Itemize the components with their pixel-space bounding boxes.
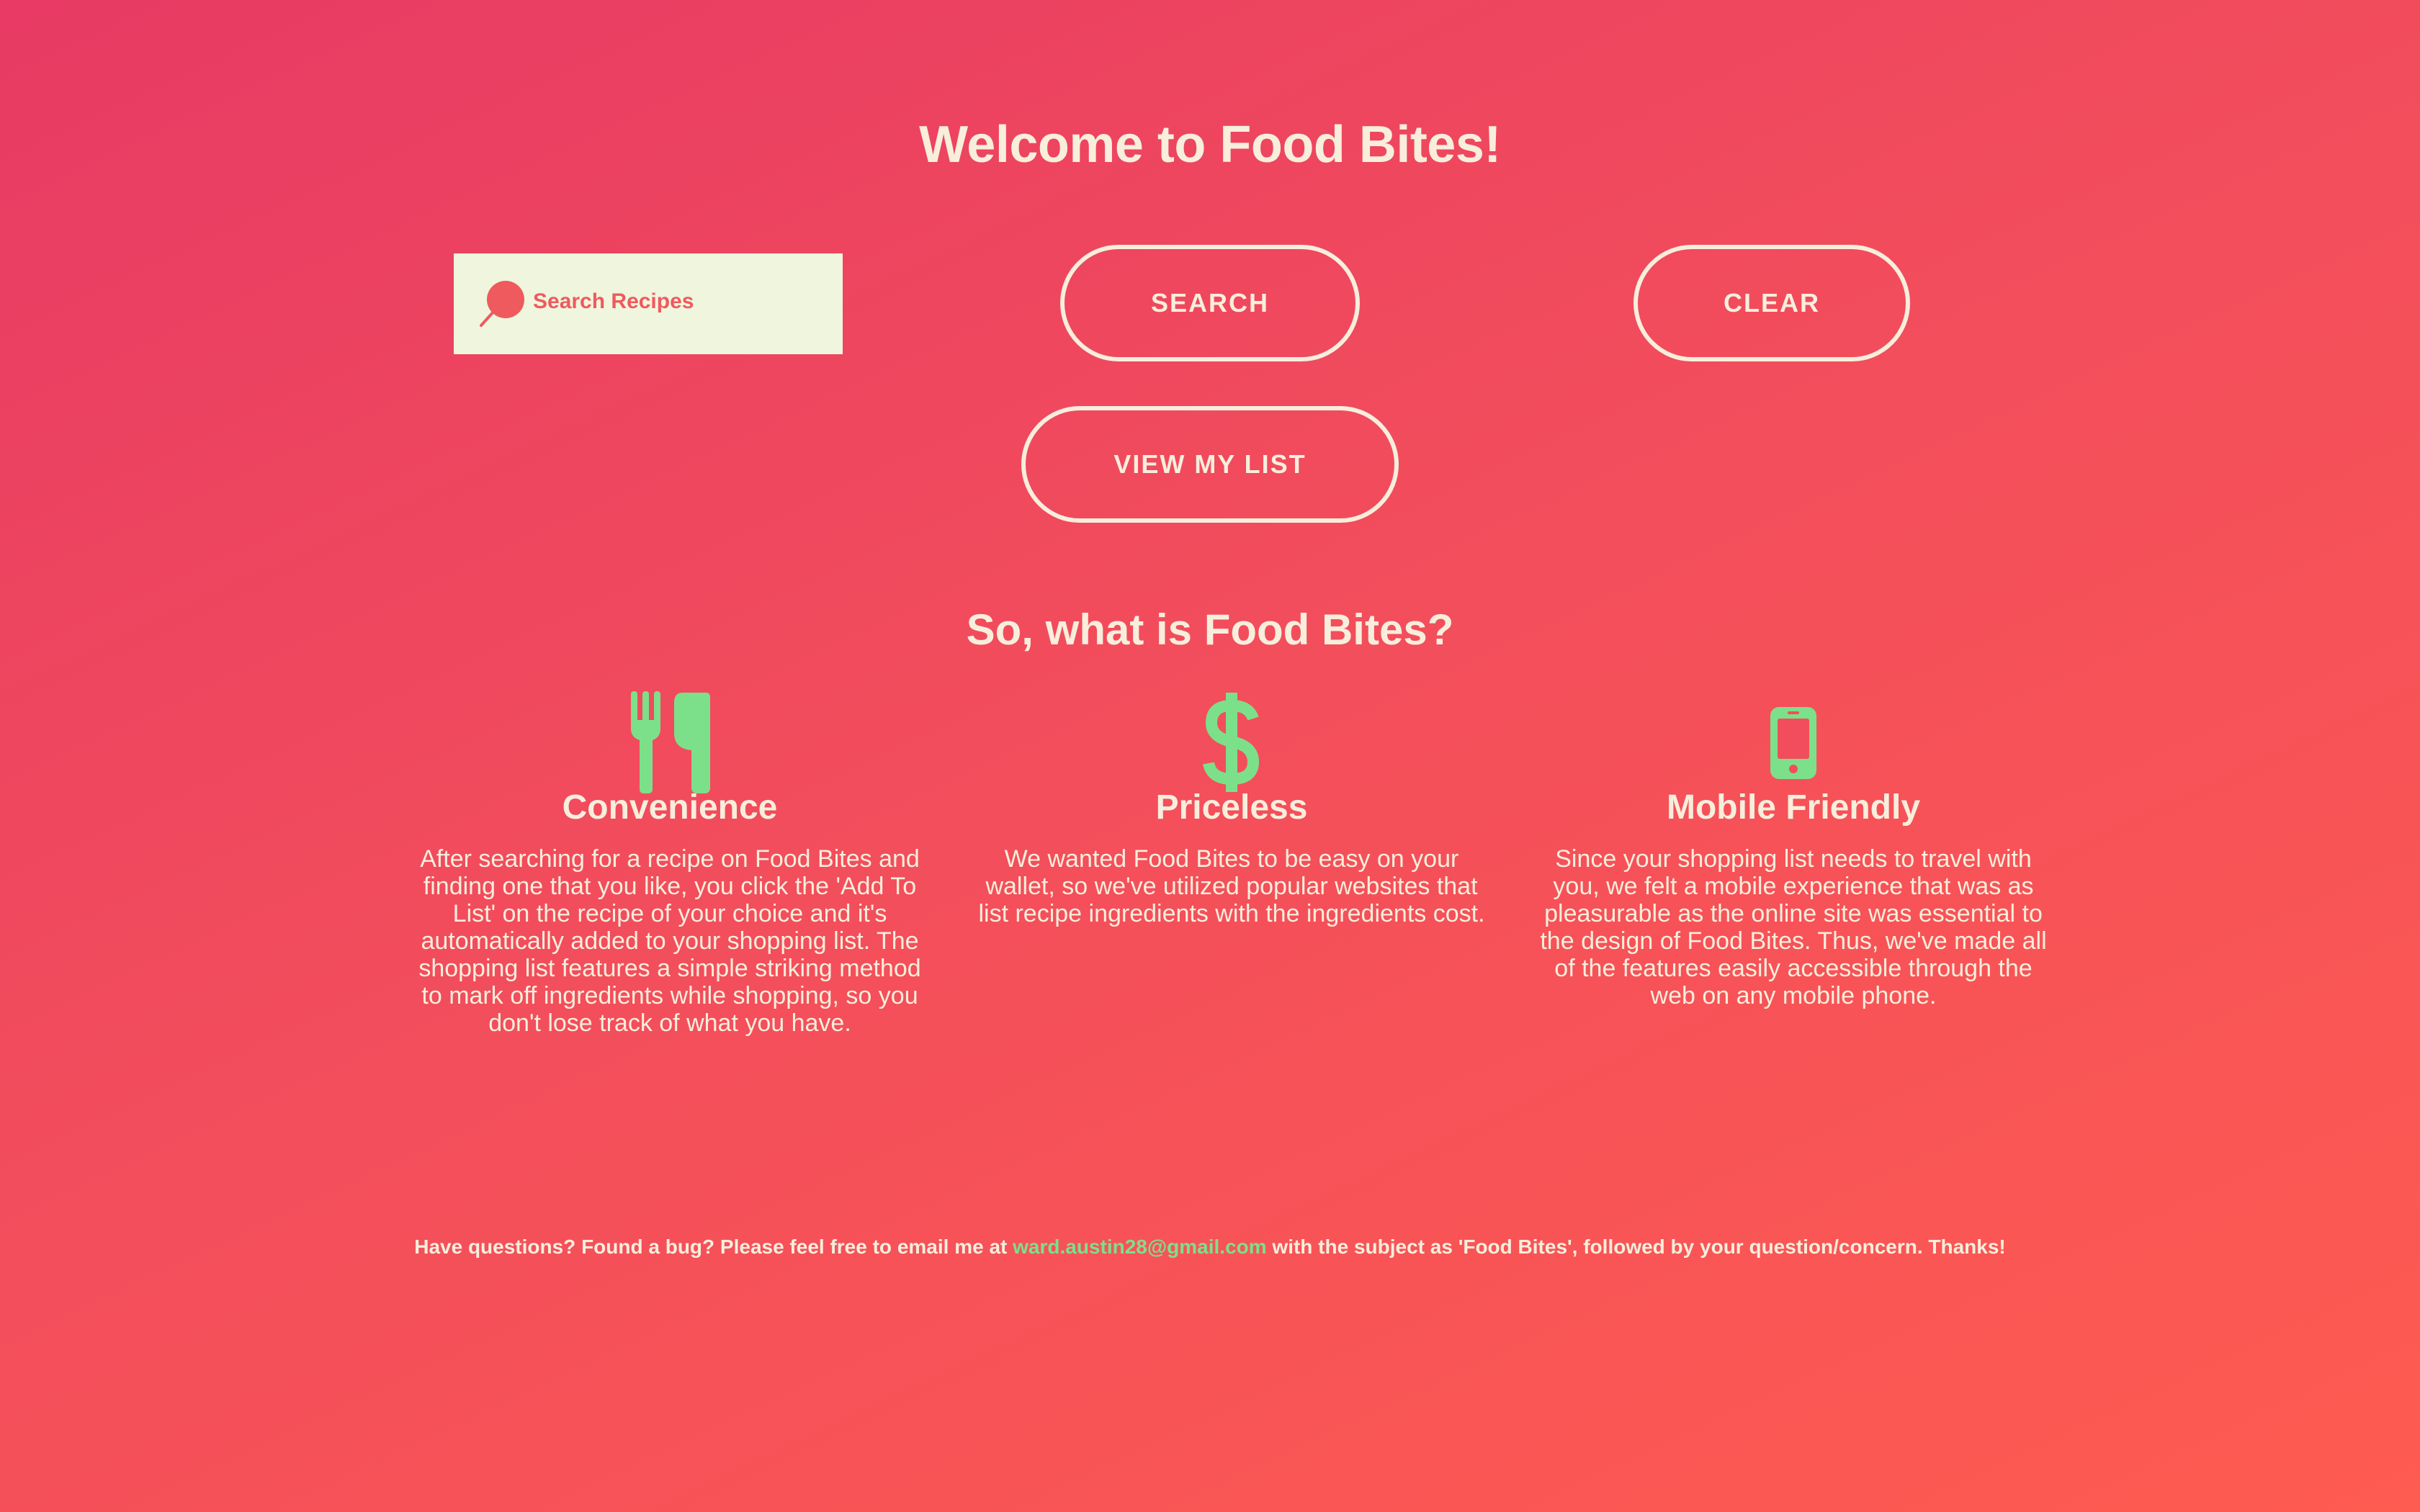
footer-text-before: Have questions? Found a bug? Please feel… bbox=[414, 1236, 1013, 1258]
feature-priceless: Priceless We wanted Food Bites to be eas… bbox=[972, 691, 1491, 1123]
search-box[interactable] bbox=[454, 253, 843, 354]
feature-mobile-friendly: Mobile Friendly Since your shopping list… bbox=[1534, 691, 2053, 1123]
feature-convenience: Convenience After searching for a recipe… bbox=[411, 691, 929, 1123]
about-heading: So, what is Food Bites? bbox=[966, 605, 1454, 654]
lollipop-search-icon bbox=[480, 281, 524, 327]
footer-text-after: with the subject as 'Food Bites', follow… bbox=[1266, 1236, 2006, 1258]
mobile-phone-icon bbox=[1770, 707, 1816, 779]
fork-knife-icon bbox=[631, 691, 710, 793]
feature-title: Priceless bbox=[1155, 788, 1308, 827]
dollar-icon bbox=[1203, 693, 1260, 792]
page-title: Welcome to Food Bites! bbox=[919, 116, 1501, 174]
feature-text: We wanted Food Bites to be easy on your … bbox=[978, 845, 1485, 927]
feature-title: Mobile Friendly bbox=[1666, 788, 1921, 827]
view-my-list-button[interactable]: VIEW MY LIST bbox=[1021, 406, 1399, 523]
feature-text: After searching for a recipe on Food Bit… bbox=[418, 845, 921, 1037]
footer: Have questions? Found a bug? Please feel… bbox=[0, 1236, 2420, 1259]
feature-text: Since your shopping list needs to travel… bbox=[1540, 845, 2047, 1009]
clear-button[interactable]: CLEAR bbox=[1634, 245, 1910, 361]
email-link[interactable]: ward.austin28@gmail.com bbox=[1013, 1236, 1267, 1258]
search-input[interactable] bbox=[533, 279, 821, 324]
feature-title: Convenience bbox=[562, 788, 778, 827]
search-button[interactable]: SEARCH bbox=[1060, 245, 1360, 361]
